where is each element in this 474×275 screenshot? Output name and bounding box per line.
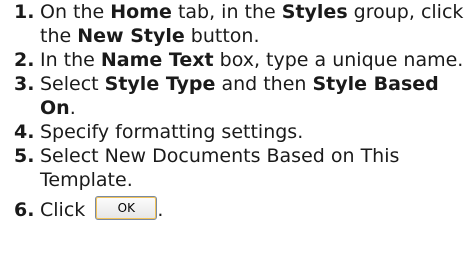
step-4: 4. Specify formatting settings. — [14, 120, 470, 144]
step-text: Specify formatting settings. — [40, 121, 304, 143]
step-text: Click OK. — [40, 195, 163, 221]
ok-button[interactable]: OK — [95, 195, 158, 220]
step-3: 3. Select Style Type and then Style Base… — [14, 72, 470, 120]
step-text: Select New Documents Based on This Templ… — [40, 145, 400, 191]
step-5: 5. Select New Documents Based on This Te… — [14, 144, 470, 192]
step-number: 4. — [14, 121, 35, 143]
step-2: 2. In the Name Text box, type a unique n… — [14, 48, 470, 72]
step-text: Select Style Type and then Style Based O… — [40, 73, 439, 119]
step-number: 5. — [14, 145, 35, 167]
step-1: 1. On the Home tab, in the Styles group,… — [14, 0, 470, 48]
instruction-list: 1. On the Home tab, in the Styles group,… — [14, 0, 470, 223]
step-number: 6. — [14, 199, 35, 221]
step-number: 3. — [14, 73, 35, 95]
step-text: On the Home tab, in the Styles group, cl… — [40, 1, 464, 47]
step-number: 1. — [14, 1, 35, 23]
step-number: 2. — [14, 49, 35, 71]
step-6: 6. Click OK. — [14, 195, 470, 223]
step-text: In the Name Text box, type a unique name… — [40, 49, 464, 71]
